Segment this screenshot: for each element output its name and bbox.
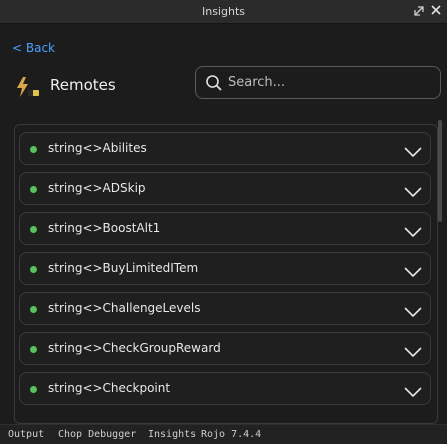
tab-insights[interactable]: Insights — [148, 429, 196, 440]
chevron-down-icon[interactable] — [404, 303, 422, 318]
lightning-remote-icon — [14, 76, 40, 98]
insights-panel: < Back Remotes Search... string<>Abilite… — [0, 24, 447, 424]
remote-name: string<>Checkpoint — [48, 381, 171, 395]
chevron-down-icon[interactable] — [404, 183, 422, 198]
chevron-down-icon[interactable] — [404, 343, 422, 358]
status-dot-icon — [30, 306, 37, 313]
remote-name: string<>BuyLimitedITem — [48, 261, 199, 275]
remote-name: string<>ChallengeLevels — [48, 301, 201, 315]
popout-icon[interactable] — [412, 5, 426, 19]
scrollbar[interactable] — [438, 120, 443, 424]
tab-output[interactable]: Output — [8, 429, 44, 440]
search-icon — [205, 74, 223, 92]
status-dot-icon — [30, 146, 37, 153]
chevron-down-icon[interactable] — [404, 383, 422, 398]
remote-name: string<>BoostAlt1 — [48, 221, 161, 235]
remote-row[interactable]: string<>ADSkip — [19, 172, 431, 205]
remote-name: string<>CheckGroupReward — [48, 341, 221, 355]
remote-row[interactable]: string<>BuyLimitedITem — [19, 252, 431, 285]
remotes-list: string<>Abilites string<>ADSkip string<>Bo… — [14, 124, 438, 424]
remote-name: string<>ADSkip — [48, 181, 146, 195]
remote-name: string<>Abilites — [48, 141, 147, 155]
scrollbar-thumb[interactable] — [438, 120, 442, 222]
search-placeholder: Search... — [228, 75, 286, 90]
remote-row[interactable]: string<>CheckGroupReward — [19, 332, 431, 365]
window-titlebar: Insights — [0, 0, 447, 24]
status-dot-icon — [30, 186, 37, 193]
status-dot-icon — [30, 226, 37, 233]
chevron-down-icon[interactable] — [404, 263, 422, 278]
status-dot-icon — [30, 266, 37, 273]
back-link[interactable]: < Back — [12, 41, 55, 55]
chevron-down-icon[interactable] — [404, 143, 422, 158]
tab-rojo[interactable]: Rojo 7.4.4 — [201, 429, 261, 440]
page-title: Remotes — [50, 76, 116, 94]
remote-row[interactable]: string<>Abilites — [19, 132, 431, 165]
close-icon[interactable] — [429, 5, 443, 19]
status-dot-icon — [30, 386, 37, 393]
search-input[interactable]: Search... — [195, 66, 441, 99]
status-dot-icon — [30, 346, 37, 353]
window-title: Insights — [201, 5, 245, 18]
remote-row[interactable]: string<>BoostAlt1 — [19, 212, 431, 245]
tab-chop-debugger[interactable]: Chop Debugger — [58, 429, 136, 440]
remote-row[interactable]: string<>Checkpoint — [19, 372, 431, 405]
chevron-down-icon[interactable] — [404, 223, 422, 238]
bottom-tab-bar: Output Chop Debugger Insights Rojo 7.4.4 — [0, 424, 447, 444]
remote-row[interactable]: string<>ChallengeLevels — [19, 292, 431, 325]
